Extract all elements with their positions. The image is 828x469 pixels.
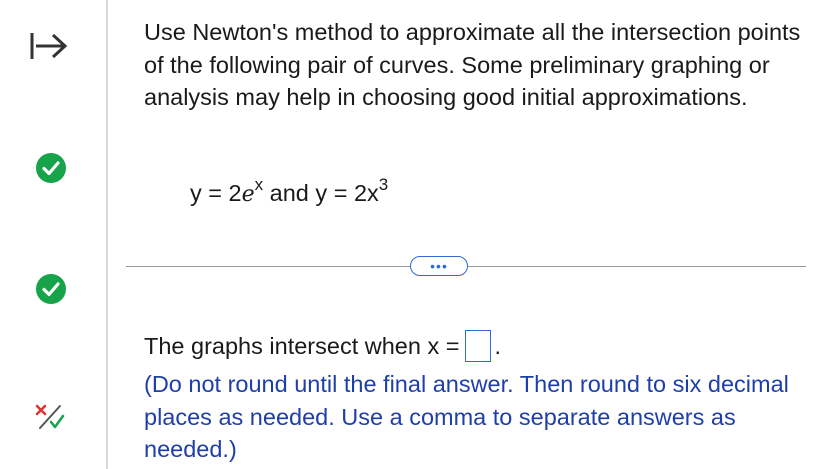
- answer-label: The graphs intersect when x =: [144, 333, 460, 359]
- equation: y = 2ex and y = 2x3: [190, 172, 388, 210]
- partial-credit-icon: [35, 404, 65, 429]
- equation-lhs2: y = 2x: [315, 179, 379, 206]
- check-circle-icon: [36, 274, 66, 304]
- question-part-3-status[interactable]: [33, 400, 67, 434]
- expand-icon: [30, 33, 68, 59]
- answer-suffix: .: [494, 333, 501, 359]
- equation-lhs1: y = 2: [190, 179, 242, 206]
- question-part-1-status[interactable]: [35, 152, 67, 184]
- answer-line: The graphs intersect when x = .: [144, 330, 501, 362]
- expand-button[interactable]: [24, 26, 74, 66]
- show-more-button[interactable]: •••: [410, 256, 468, 276]
- question-prompt: Use Newton's method to approximate all t…: [144, 19, 801, 110]
- equation-base-e: e: [241, 181, 255, 207]
- check-circle-icon: [36, 153, 66, 183]
- status-rail: [0, 0, 108, 469]
- question-page: Use Newton's method to approximate all t…: [0, 0, 828, 469]
- equation-exp1: x: [254, 175, 264, 194]
- answer-input[interactable]: [465, 330, 492, 362]
- equation-exp2: 3: [378, 175, 389, 194]
- more-dots-icon: •••: [430, 258, 448, 274]
- answer-instructions: (Do not round until the final answer. Th…: [144, 371, 789, 462]
- equation-conj: and: [263, 179, 316, 206]
- question-part-2-status[interactable]: [35, 273, 67, 305]
